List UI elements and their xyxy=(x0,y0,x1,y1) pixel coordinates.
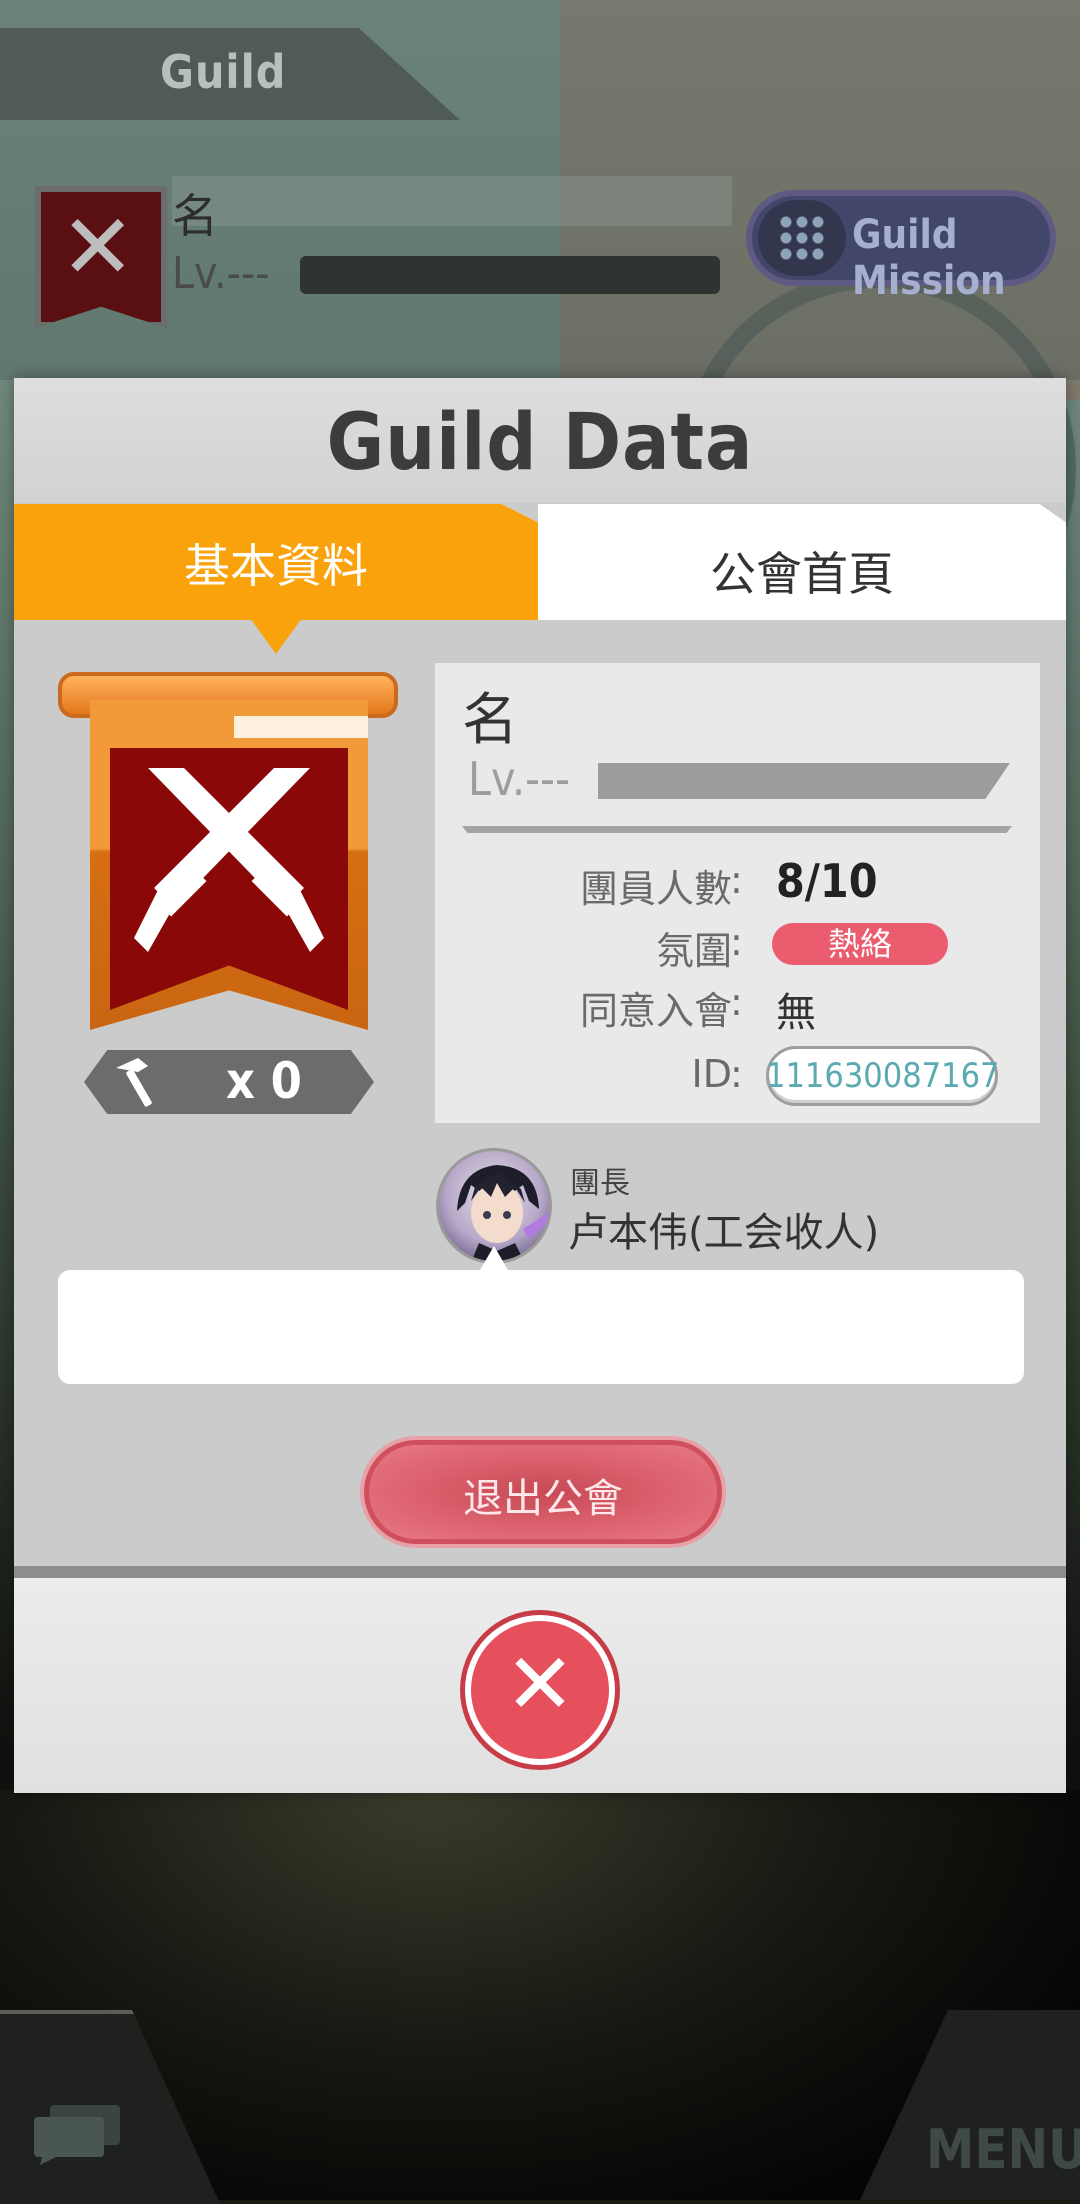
crossed-swords-icon xyxy=(134,768,324,952)
approval-colon: : xyxy=(730,980,743,1024)
guild-mission-label: Guild Mission xyxy=(852,212,1006,304)
info-divider xyxy=(462,826,1012,833)
leave-guild-label: 退出公會 xyxy=(463,1476,623,1522)
close-icon: ✕ xyxy=(504,1635,576,1733)
atmosphere-label: 氛圍 xyxy=(655,929,732,973)
guild-level: Lv.--- xyxy=(468,752,570,806)
member-count-colon: : xyxy=(730,858,743,902)
id-label: ID xyxy=(691,1052,732,1096)
member-count-label: 團員人數 xyxy=(579,867,732,911)
approval-label: 同意入會 xyxy=(579,989,732,1033)
tab-guild-home-label: 公會首頁 xyxy=(710,547,894,601)
tab-active-pointer xyxy=(250,618,302,654)
atmosphere-badge: 熱絡 xyxy=(772,923,948,965)
menu-label: MENU xyxy=(926,2118,1080,2181)
id-colon: : xyxy=(730,1052,743,1096)
guild-name: 名 xyxy=(462,688,518,753)
tab-basic-info-label: 基本資料 xyxy=(184,539,368,593)
atmosphere-colon: : xyxy=(730,920,743,964)
background-guild-level: Lv.--- xyxy=(172,248,270,299)
grid-icon xyxy=(778,214,826,262)
background-name-bar xyxy=(172,176,732,226)
leader-name: 卢本伟(工会收人) xyxy=(568,1210,880,1256)
screen-title: Guild xyxy=(160,45,287,99)
banner-notch xyxy=(234,716,368,738)
chat-icon xyxy=(34,2105,120,2165)
approval-value: 無 xyxy=(776,990,816,1036)
hammer-count: x 0 xyxy=(226,1052,302,1110)
member-count-value: 8/10 xyxy=(776,854,878,908)
crossed-swords-icon: ✕ xyxy=(60,195,136,300)
dialog-footer-divider xyxy=(14,1566,1066,1578)
guild-id-value: 111630087167 xyxy=(766,1056,1000,1096)
background-guild-name: 名 xyxy=(172,189,218,243)
background-level-bar xyxy=(300,256,720,294)
guild-message-box xyxy=(58,1270,1024,1384)
guild-level-bar xyxy=(598,763,1010,799)
leader-role-label: 團長 xyxy=(570,1166,630,1201)
hammer-icon xyxy=(116,1058,152,1107)
message-tail xyxy=(480,1246,508,1270)
dialog-title: Guild Data xyxy=(326,398,754,488)
